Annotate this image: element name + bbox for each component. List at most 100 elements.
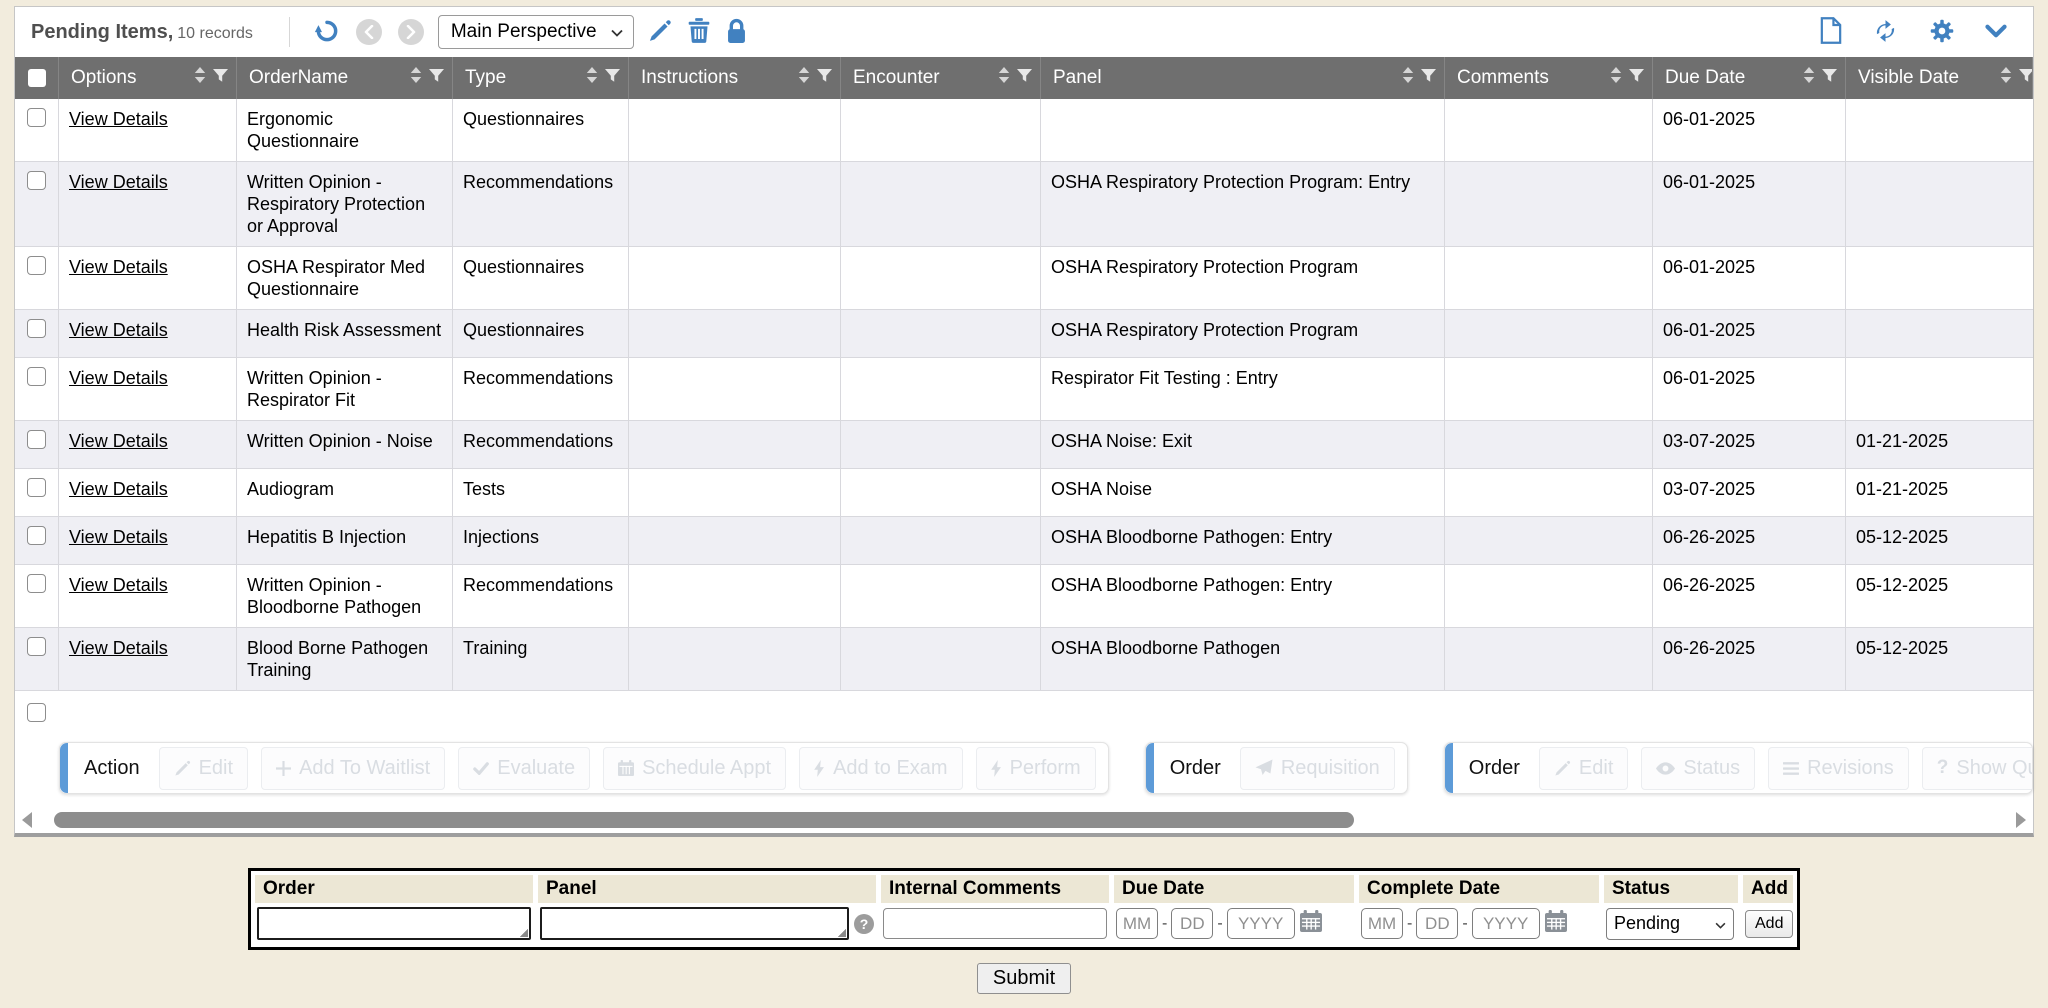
due-date-yyyy-input[interactable]	[1227, 908, 1295, 939]
add-to-waitlist-button[interactable]: Add To Waitlist	[261, 747, 445, 790]
column-header-comments[interactable]: Comments	[1445, 57, 1653, 99]
row-checkbox[interactable]	[27, 319, 46, 338]
cell-order-name: Written Opinion - Bloodborne Pathogen	[237, 565, 453, 627]
filter-icon[interactable]	[429, 67, 444, 89]
filter-icon[interactable]	[817, 67, 832, 89]
column-header-type[interactable]: Type	[453, 57, 629, 99]
row-checkbox[interactable]	[27, 430, 46, 449]
filter-icon[interactable]	[1017, 67, 1032, 89]
edit-button[interactable]: Edit	[159, 747, 248, 790]
column-header-encounter[interactable]: Encounter	[841, 57, 1041, 99]
row-checkbox[interactable]	[27, 574, 46, 593]
row-checkbox[interactable]	[27, 108, 46, 127]
perspective-select[interactable]: Main Perspective	[438, 15, 634, 49]
complete-date-dd-input[interactable]	[1416, 908, 1458, 939]
collapse-panel-button[interactable]	[1983, 22, 2009, 43]
column-header-ordername[interactable]: OrderName	[237, 57, 453, 99]
sort-icon[interactable]	[1803, 67, 1815, 89]
view-details-link[interactable]: View Details	[69, 368, 168, 388]
help-icon[interactable]: ?	[854, 914, 874, 934]
refresh-button[interactable]	[1870, 16, 1901, 49]
sort-icon[interactable]	[998, 67, 1010, 89]
filter-icon[interactable]	[1822, 67, 1837, 89]
sort-icon[interactable]	[586, 67, 598, 89]
cell-order-name: Audiogram	[237, 469, 453, 516]
cell-due-date: 06-01-2025	[1653, 247, 1846, 309]
complete-date-mm-input[interactable]	[1361, 908, 1403, 939]
filter-icon[interactable]	[605, 67, 620, 89]
cell-due-date: 06-26-2025	[1653, 517, 1846, 564]
evaluate-button[interactable]: Evaluate	[458, 747, 590, 790]
view-details-link[interactable]: View Details	[69, 320, 168, 340]
new-row-checkbox[interactable]	[27, 703, 46, 722]
undo-button[interactable]	[312, 16, 342, 49]
row-checkbox[interactable]	[27, 478, 46, 497]
column-header-options[interactable]: Options	[59, 57, 237, 99]
order-input[interactable]	[257, 907, 531, 940]
send-icon	[1255, 759, 1273, 777]
view-details-link[interactable]: View Details	[69, 479, 168, 499]
cell-panel: OSHA Noise	[1041, 469, 1445, 516]
status-button[interactable]: Status	[1641, 747, 1755, 790]
show-question-button[interactable]: ?Show Question	[1922, 747, 2033, 790]
view-details-link[interactable]: View Details	[69, 638, 168, 658]
chevron-down-icon	[1985, 24, 2007, 41]
row-checkbox[interactable]	[27, 526, 46, 545]
settings-button[interactable]	[1927, 16, 1957, 49]
column-header-visible-date[interactable]: Visible Date	[1846, 57, 2033, 99]
column-header-instructions[interactable]: Instructions	[629, 57, 841, 99]
calendar-icon[interactable]	[1545, 910, 1567, 937]
table-row: View Details Blood Borne Pathogen Traini…	[15, 628, 2033, 691]
schedule-appt-button[interactable]: Schedule Appt	[603, 747, 786, 790]
row-checkbox[interactable]	[27, 256, 46, 275]
filter-icon[interactable]	[213, 67, 228, 89]
add-to-exam-button[interactable]: Add to Exam	[799, 747, 963, 790]
lock-perspective-button[interactable]	[724, 16, 749, 49]
new-document-button[interactable]	[1818, 15, 1844, 49]
cell-type: Training	[453, 628, 629, 690]
perform-button[interactable]: Perform	[976, 747, 1096, 790]
filter-icon[interactable]	[1421, 67, 1436, 89]
panel-input[interactable]	[540, 907, 849, 940]
row-checkbox[interactable]	[27, 637, 46, 656]
add-button[interactable]: Add	[1745, 910, 1793, 938]
view-details-link[interactable]: View Details	[69, 109, 168, 129]
sort-icon[interactable]	[2000, 67, 2012, 89]
view-details-link[interactable]: View Details	[69, 575, 168, 595]
due-date-dd-input[interactable]	[1171, 908, 1213, 939]
revisions-button[interactable]: Revisions	[1768, 747, 1909, 790]
scroll-right-arrow[interactable]	[2016, 812, 2026, 828]
column-header-due-date[interactable]: Due Date	[1653, 57, 1846, 99]
scroll-left-arrow[interactable]	[22, 812, 32, 828]
view-details-link[interactable]: View Details	[69, 172, 168, 192]
form-header-due-date: Due Date	[1114, 875, 1354, 903]
sort-icon[interactable]	[410, 67, 422, 89]
select-all-checkbox[interactable]	[28, 69, 46, 87]
view-details-link[interactable]: View Details	[69, 431, 168, 451]
sort-icon[interactable]	[1402, 67, 1414, 89]
previous-button[interactable]	[354, 17, 384, 47]
filter-icon[interactable]	[2019, 67, 2033, 89]
view-details-link[interactable]: View Details	[69, 257, 168, 277]
scrollbar-track[interactable]	[38, 812, 2010, 828]
due-date-mm-input[interactable]	[1116, 908, 1158, 939]
calendar-icon[interactable]	[1300, 910, 1322, 937]
submit-button[interactable]: Submit	[977, 963, 1071, 994]
edit-button[interactable]: Edit	[1539, 747, 1628, 790]
column-header-panel[interactable]: Panel	[1041, 57, 1445, 99]
delete-perspective-button[interactable]	[686, 16, 712, 48]
status-select[interactable]: Pending	[1606, 908, 1734, 940]
scrollbar-thumb[interactable]	[54, 812, 1354, 828]
sort-icon[interactable]	[1610, 67, 1622, 89]
view-details-link[interactable]: View Details	[69, 527, 168, 547]
internal-comments-input[interactable]	[883, 908, 1107, 939]
sort-icon[interactable]	[194, 67, 206, 89]
requisition-button[interactable]: Requisition	[1240, 747, 1395, 790]
sort-icon[interactable]	[798, 67, 810, 89]
next-button[interactable]	[396, 17, 426, 47]
row-checkbox[interactable]	[27, 171, 46, 190]
row-checkbox[interactable]	[27, 367, 46, 386]
edit-perspective-button[interactable]	[646, 17, 674, 48]
complete-date-yyyy-input[interactable]	[1472, 908, 1540, 939]
filter-icon[interactable]	[1629, 67, 1644, 89]
